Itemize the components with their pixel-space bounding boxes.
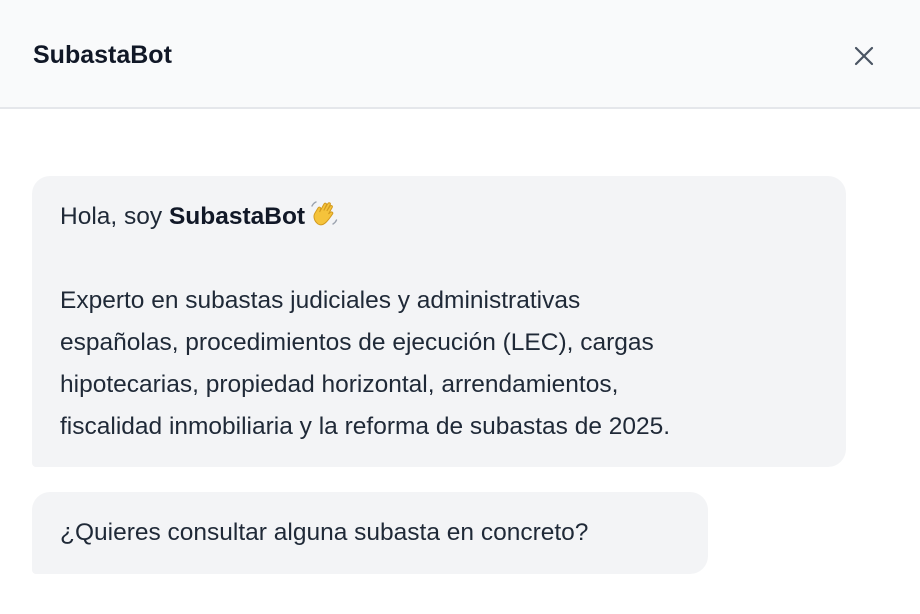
spacer-line xyxy=(60,238,818,280)
bot-question-message: ¿Quieres consultar alguna subasta en con… xyxy=(32,492,708,574)
greeting-bot-name: SubastaBot xyxy=(168,203,306,230)
body-line: fiscalidad inmobiliaria y la reforma de … xyxy=(60,413,671,440)
greeting-line: Hola, soy SubastaBot xyxy=(60,196,818,238)
bot-message: Hola, soy SubastaBot Experto en subastas… xyxy=(32,176,846,467)
chat-title: SubastaBot xyxy=(33,41,172,69)
waving-hand-icon xyxy=(311,201,338,226)
body-line: Experto en subastas judiciales y adminis… xyxy=(60,287,581,314)
body-line: españolas, procedimientos de ejecución (… xyxy=(60,329,654,356)
question-text: ¿Quieres consultar alguna subasta en con… xyxy=(60,519,589,546)
body-line: hipotecarias, propiedad horizontal, arre… xyxy=(60,371,619,398)
close-button[interactable] xyxy=(846,38,882,74)
chat-messages: Hola, soy SubastaBot Experto en subastas… xyxy=(0,109,920,614)
greeting-prefix: Hola, soy xyxy=(60,203,169,230)
chat-header: SubastaBot xyxy=(0,0,920,109)
close-icon xyxy=(854,46,874,66)
